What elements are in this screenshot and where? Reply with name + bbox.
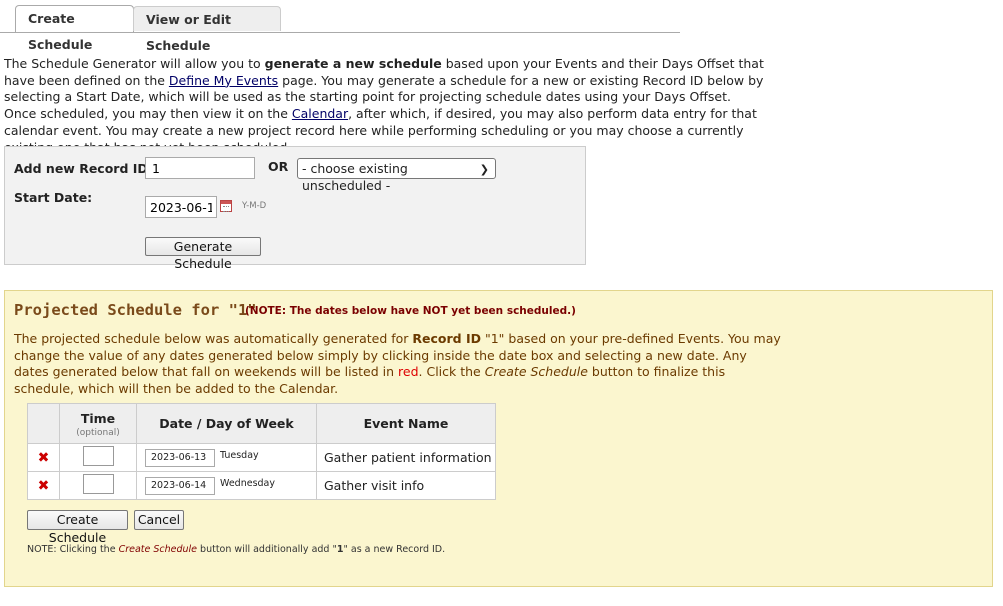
footer-note: NOTE: Clicking the Create Schedule butto… bbox=[27, 544, 445, 555]
date-cell: 2023-06-13 Tuesday bbox=[136, 443, 317, 472]
or-label: OR bbox=[268, 159, 289, 174]
schedule-form: Add new Record ID: OR - choose existing … bbox=[4, 146, 586, 271]
date-cell: 2023-06-14 Wednesday bbox=[136, 471, 317, 500]
start-date-input[interactable] bbox=[145, 196, 217, 218]
tab-create-schedule[interactable]: Create Schedule bbox=[15, 5, 134, 52]
projected-schedule-title: Projected Schedule for "1" bbox=[14, 301, 257, 319]
projected-description: The projected schedule below was automat… bbox=[14, 331, 784, 398]
time-header-sub: (optional) bbox=[76, 428, 120, 438]
schedule-table: Time (optional) Date / Day of Week Event… bbox=[27, 403, 496, 500]
start-date-label: Start Date: bbox=[14, 190, 93, 205]
table-row: ✖ 2023-06-14 Wednesday Gather visit info bbox=[27, 471, 496, 500]
generate-schedule-button[interactable]: Generate Schedule bbox=[145, 237, 261, 271]
cancel-button[interactable]: Cancel bbox=[134, 510, 184, 530]
footer-part: NOTE: Clicking the bbox=[27, 544, 119, 555]
define-my-events-link[interactable]: Define My Events bbox=[169, 73, 278, 88]
day-of-week: Tuesday bbox=[220, 450, 259, 461]
description-part: . Click the bbox=[418, 364, 485, 380]
time-cell bbox=[59, 443, 137, 472]
calendar-icon[interactable] bbox=[220, 200, 232, 212]
not-scheduled-note: (NOTE: The dates below have NOT yet been… bbox=[245, 305, 576, 317]
table-header-row: Time (optional) Date / Day of Week Event… bbox=[27, 403, 496, 444]
calendar-link[interactable]: Calendar bbox=[292, 106, 348, 121]
create-schedule-button[interactable]: Create Schedule bbox=[27, 510, 128, 545]
date-format-hint: Y-M-D bbox=[242, 201, 267, 211]
tab-view-edit-schedule[interactable]: View or Edit Schedule bbox=[133, 6, 281, 53]
time-cell bbox=[59, 471, 137, 500]
intro-text: The Schedule Generator will allow you to… bbox=[4, 56, 764, 156]
delete-column-header bbox=[27, 403, 60, 444]
event-column-header: Event Name bbox=[316, 403, 496, 444]
time-input[interactable] bbox=[82, 446, 114, 466]
date-column-header: Date / Day of Week bbox=[136, 403, 317, 444]
chevron-down-icon: ❯ bbox=[479, 163, 489, 176]
time-input[interactable] bbox=[82, 474, 114, 494]
tab-bar: Create Schedule View or Edit Schedule bbox=[0, 0, 680, 53]
delete-icon[interactable]: ✖ bbox=[38, 478, 50, 494]
day-of-week: Wednesday bbox=[220, 478, 276, 489]
delete-cell: ✖ bbox=[27, 471, 60, 500]
date-input[interactable]: 2023-06-13 bbox=[145, 449, 215, 467]
time-column-header: Time (optional) bbox=[59, 403, 137, 444]
description-bold: Record ID bbox=[412, 331, 481, 346]
existing-record-select-value: - choose existing unscheduled - bbox=[302, 161, 408, 193]
time-header-label: Time bbox=[80, 411, 116, 426]
weekend-red-word: red bbox=[398, 364, 419, 380]
delete-cell: ✖ bbox=[27, 443, 60, 472]
footer-italic: Create Schedule bbox=[118, 544, 198, 555]
record-id-input[interactable] bbox=[145, 157, 255, 179]
table-row: ✖ 2023-06-13 Tuesday Gather patient infor… bbox=[27, 443, 496, 472]
description-part: The projected schedule below was automat… bbox=[14, 331, 413, 346]
date-input[interactable]: 2023-06-14 bbox=[145, 477, 215, 495]
footer-part: button will additionally add " bbox=[197, 544, 337, 555]
description-italic: Create Schedule bbox=[484, 364, 588, 380]
intro-bold: generate a new schedule bbox=[264, 56, 442, 71]
event-name-cell: Gather patient information bbox=[316, 443, 496, 472]
record-id-label: Add new Record ID: bbox=[14, 161, 153, 176]
event-name-cell: Gather visit info bbox=[316, 471, 496, 500]
intro-text-part: The Schedule Generator will allow you to bbox=[4, 56, 265, 71]
footer-part: " as a new Record ID. bbox=[343, 544, 446, 555]
projected-schedule-panel: Projected Schedule for "1" (NOTE: The da… bbox=[4, 290, 993, 587]
delete-icon[interactable]: ✖ bbox=[38, 450, 50, 466]
existing-record-select[interactable]: - choose existing unscheduled - ❯ bbox=[297, 158, 496, 193]
